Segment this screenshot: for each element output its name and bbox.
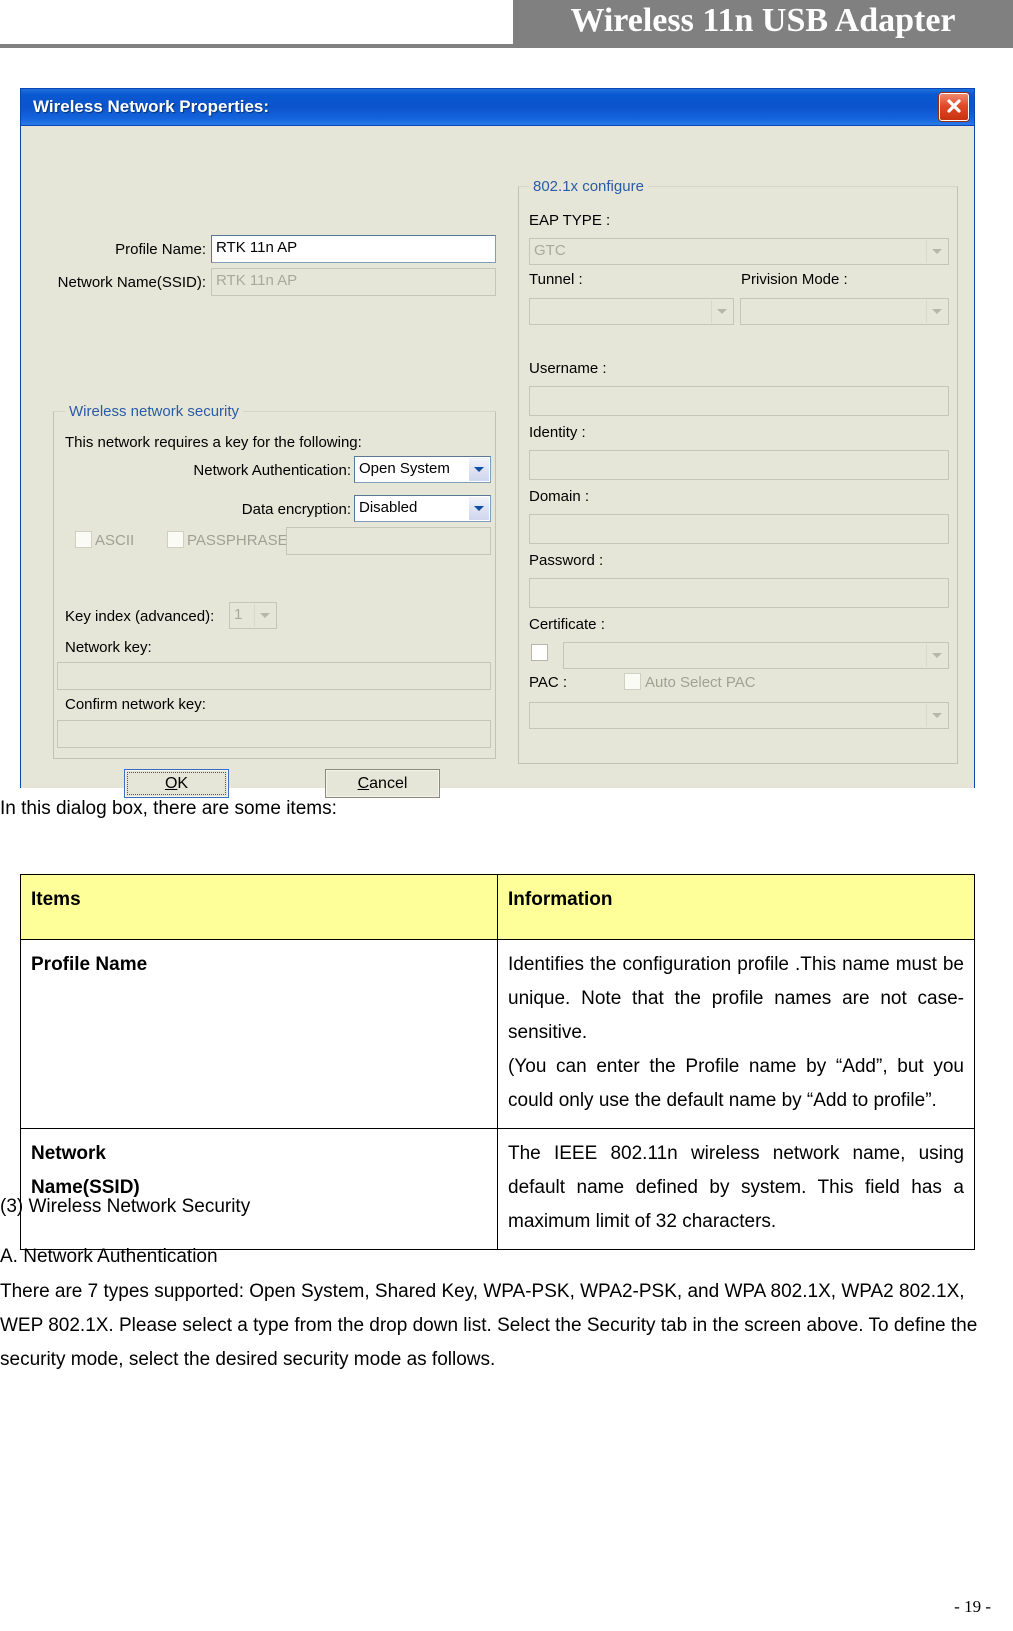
certificate-checkbox[interactable]: [531, 644, 548, 661]
close-icon[interactable]: [939, 93, 969, 121]
password-label: Password :: [529, 552, 604, 569]
passphrase-checkbox[interactable]: [167, 531, 184, 548]
passphrase-label: PASSPHRASE: [187, 532, 288, 549]
passphrase-key-input[interactable]: [286, 527, 491, 555]
network-authentication-select[interactable]: Open System: [354, 456, 491, 483]
password-input[interactable]: [529, 578, 949, 608]
header-divider: [0, 44, 1013, 48]
data-encryption-value: Disabled: [359, 499, 418, 516]
profile-name-input[interactable]: RTK 11n AP: [211, 235, 496, 263]
network-name-ssid-label: Network Name(SSID):: [57, 274, 206, 291]
network-name-ssid-input[interactable]: RTK 11n AP: [211, 268, 496, 296]
wireless-network-properties-dialog: Wireless Network Properties: Profile Nam…: [20, 88, 975, 798]
data-encryption-select[interactable]: Disabled: [354, 495, 491, 522]
network-authentication-label: Network Authentication:: [193, 462, 351, 479]
identity-label: Identity :: [529, 424, 586, 441]
provision-mode-select[interactable]: [740, 298, 949, 325]
page-title: Wireless 11n USB Adapter: [570, 2, 956, 39]
chevron-down-icon[interactable]: [711, 300, 732, 323]
eap-type-select[interactable]: GTC: [529, 238, 949, 265]
certificate-label: Certificate :: [529, 616, 605, 633]
network-key-input[interactable]: [57, 662, 491, 690]
chevron-down-icon[interactable]: [926, 300, 947, 323]
profile-name-label: Profile Name:: [115, 241, 206, 258]
chevron-down-icon[interactable]: [468, 497, 489, 520]
page-header: Wireless 11n USB Adapter: [0, 0, 1013, 50]
chevron-down-icon[interactable]: [926, 644, 947, 667]
dialog-titlebar[interactable]: Wireless Network Properties:: [21, 89, 974, 126]
network-key-label: Network key:: [65, 639, 152, 656]
section-heading: (3) Wireless Network Security: [0, 1196, 251, 1217]
dialog-body: Profile Name: RTK 11n AP Network Name(SS…: [21, 126, 974, 798]
row-item-profile-name: Profile Name: [20, 939, 498, 1129]
ascii-label: ASCII: [95, 532, 135, 549]
eap-type-label: EAP TYPE :: [529, 212, 611, 229]
cancel-button-rest: ancel: [369, 775, 408, 792]
auto-select-pac-checkbox[interactable]: [624, 673, 641, 690]
eap-type-value: GTC: [534, 242, 566, 259]
pac-select[interactable]: [529, 702, 949, 729]
key-index-label: Key index (advanced):: [65, 608, 215, 625]
key-index-select[interactable]: 1: [229, 602, 277, 629]
username-label: Username :: [529, 360, 607, 377]
username-input[interactable]: [529, 386, 949, 416]
row-info-network-name-ssid: The IEEE 802.11n wireless network name, …: [497, 1128, 975, 1250]
subsection-heading: A. Network Authentication: [0, 1246, 218, 1267]
provision-mode-label: Privision Mode :: [741, 271, 848, 288]
tunnel-select[interactable]: [529, 298, 734, 325]
cancel-button-accel: C: [357, 775, 370, 792]
column-header-information: Information: [497, 874, 975, 940]
page-number: - 19 -: [954, 1597, 991, 1616]
tunnel-label: Tunnel :: [529, 271, 583, 288]
network-authentication-paragraph: There are 7 types supported: Open System…: [0, 1281, 978, 1370]
row-item-network-name-ssid: Network Name(SSID): [20, 1128, 498, 1250]
table-row: Network Name(SSID) The IEEE 802.11n wirel…: [20, 1128, 975, 1250]
row-info-line: (You can enter the Profile name by “Add”…: [508, 1056, 964, 1111]
ok-button-accel: O: [164, 775, 178, 792]
confirm-network-key-label: Confirm network key:: [65, 696, 206, 713]
confirm-network-key-input[interactable]: [57, 720, 491, 748]
identity-input[interactable]: [529, 450, 949, 480]
network-authentication-value: Open System: [359, 460, 450, 477]
row-info-profile-name: Identifies the configuration profile .Th…: [497, 939, 975, 1129]
requires-key-text: This network requires a key for the foll…: [65, 434, 362, 451]
table-header-row: Items Information: [20, 874, 975, 940]
ok-button-rest: K: [177, 775, 189, 792]
data-encryption-label: Data encryption:: [241, 501, 351, 518]
key-index-value: 1: [234, 606, 243, 623]
auto-select-pac-label: Auto Select PAC: [645, 674, 756, 691]
domain-input[interactable]: [529, 514, 949, 544]
chevron-down-icon[interactable]: [254, 604, 275, 627]
intro-text: In this dialog box, there are some items…: [0, 798, 337, 819]
domain-label: Domain :: [529, 488, 590, 505]
chevron-down-icon[interactable]: [926, 240, 947, 263]
table-row: Profile Name Identifies the configuratio…: [20, 939, 975, 1129]
certificate-select[interactable]: [563, 642, 949, 669]
column-header-items: Items: [20, 874, 498, 940]
row-info-line: Identifies the configuration profile .Th…: [508, 954, 964, 1043]
chevron-down-icon[interactable]: [468, 458, 489, 481]
wireless-network-security-caption: Wireless network security: [65, 403, 244, 420]
dialog-title: Wireless Network Properties:: [33, 97, 270, 116]
chevron-down-icon[interactable]: [926, 704, 947, 727]
pac-label: PAC :: [529, 674, 568, 691]
dot1x-configure-caption: 802.1x configure: [529, 178, 648, 195]
ascii-checkbox[interactable]: [75, 531, 92, 548]
